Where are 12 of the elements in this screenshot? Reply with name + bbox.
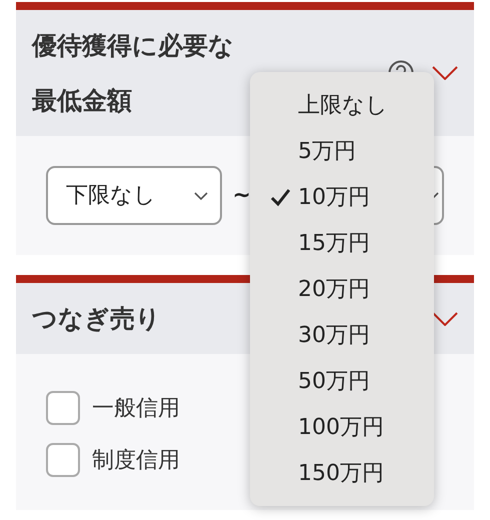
range-separator: ~ <box>232 182 251 210</box>
dropdown-option[interactable]: 100万円 <box>250 404 434 450</box>
section-title: 優待獲得に必要な 最低金額 <box>32 30 234 117</box>
section-title: つなぎ売り <box>32 303 161 335</box>
dropdown-option[interactable]: 15万円 <box>250 220 434 266</box>
dropdown-option[interactable]: 上限なし <box>250 82 434 128</box>
dropdown-option[interactable]: 10万円 <box>250 174 434 220</box>
select-field[interactable]: 下限なし <box>46 166 222 225</box>
dropdown-option[interactable]: 50万円 <box>250 358 434 404</box>
checkbox-label: 一般信用 <box>92 394 180 422</box>
checkbox-label: 制度信用 <box>92 446 180 474</box>
dropdown-option[interactable]: 150万円 <box>250 450 434 496</box>
